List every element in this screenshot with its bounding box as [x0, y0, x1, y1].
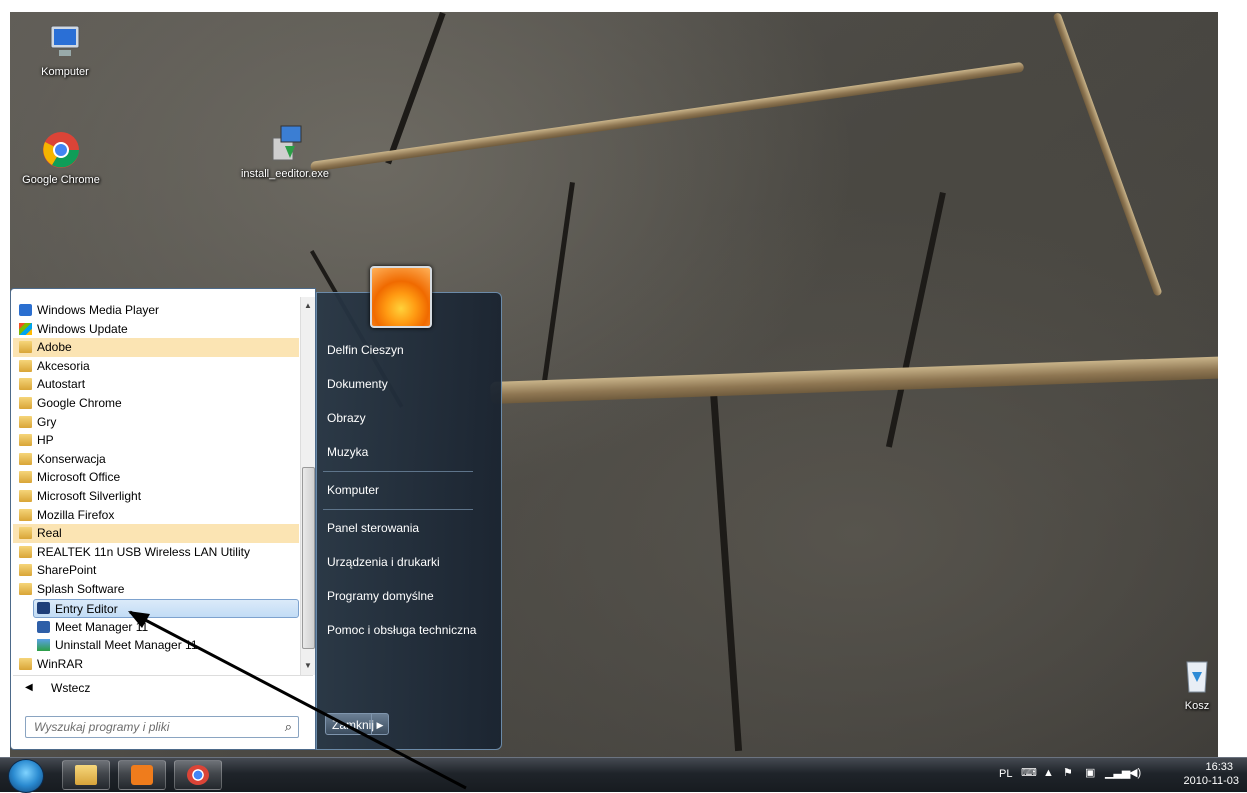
- annotation-arrow: [128, 610, 467, 790]
